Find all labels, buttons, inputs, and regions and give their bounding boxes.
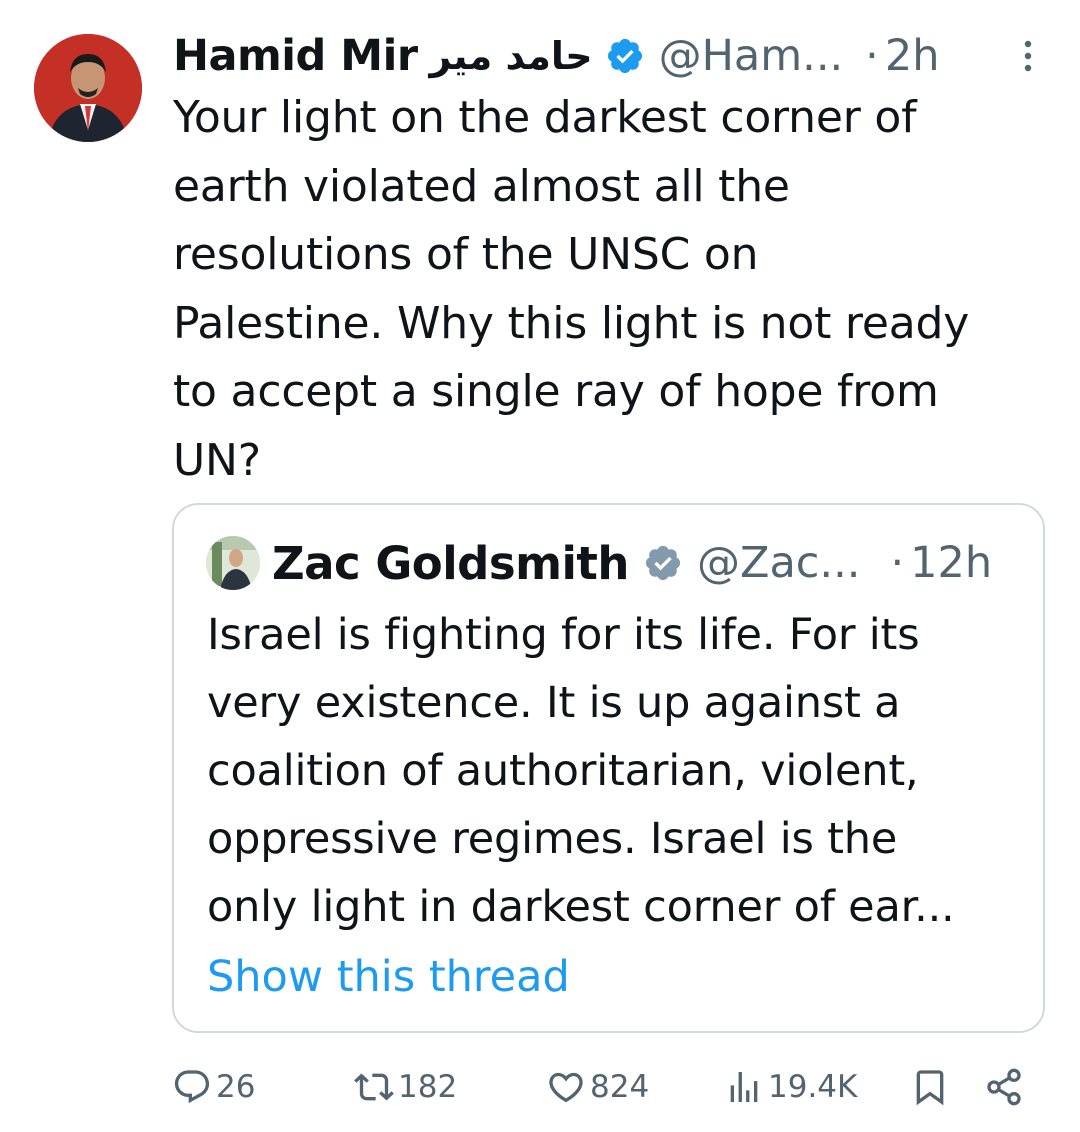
views-count: 19.4K — [768, 1069, 858, 1105]
tweet-action-bar: 26 182 824 19.4K — [172, 1060, 1052, 1114]
like-button[interactable]: 824 — [546, 1060, 649, 1114]
like-count: 824 — [590, 1069, 650, 1105]
show-thread-link[interactable]: Show this thread — [207, 943, 570, 1011]
bookmark-icon — [916, 1070, 944, 1106]
quoted-tweet-text: Israel is fighting for its life. For its… — [207, 610, 955, 932]
like-icon — [549, 1072, 583, 1103]
author-avatar[interactable] — [34, 34, 142, 142]
share-button[interactable] — [984, 1060, 1024, 1114]
quoted-author-avatar — [206, 536, 260, 590]
tweet-header: Hamid Mir حامد میر @Ham... · 2h — [173, 28, 1048, 84]
author-name-urdu[interactable]: حامد میر — [430, 34, 593, 78]
quoted-tweet-header: Zac Goldsmith @Zac... · 12h — [206, 535, 1013, 591]
avatar-image — [34, 34, 142, 142]
more-icon[interactable] — [1022, 36, 1034, 76]
tweet-text: Your light on the darkest corner of eart… — [173, 92, 970, 486]
views-button[interactable]: 19.4K — [724, 1060, 857, 1114]
author-handle[interactable]: @Ham... — [659, 31, 844, 81]
quoted-author-name: Zac Goldsmith — [272, 536, 629, 590]
reply-count: 26 — [216, 1069, 256, 1105]
author-name[interactable]: Hamid Mir — [173, 31, 418, 81]
tweet-time[interactable]: 2h — [885, 31, 940, 81]
share-icon — [987, 1068, 1021, 1106]
quoted-tweet-time: 12h — [910, 538, 993, 588]
retweet-count: 182 — [398, 1069, 458, 1105]
verified-badge-icon — [605, 36, 645, 76]
quoted-tweet-card[interactable]: Zac Goldsmith @Zac... · 12h Israel is fi… — [172, 503, 1045, 1033]
views-icon — [730, 1072, 758, 1102]
retweet-button[interactable]: 182 — [354, 1060, 457, 1114]
separator-dot: · — [865, 31, 879, 81]
reply-icon — [174, 1070, 210, 1104]
quoted-author-handle: @Zac... — [696, 538, 861, 588]
verified-badge-icon — [643, 543, 683, 583]
bookmark-button[interactable] — [910, 1060, 950, 1114]
retweet-icon — [354, 1073, 394, 1101]
reply-button[interactable]: 26 — [172, 1060, 255, 1114]
separator-dot: · — [890, 538, 905, 588]
